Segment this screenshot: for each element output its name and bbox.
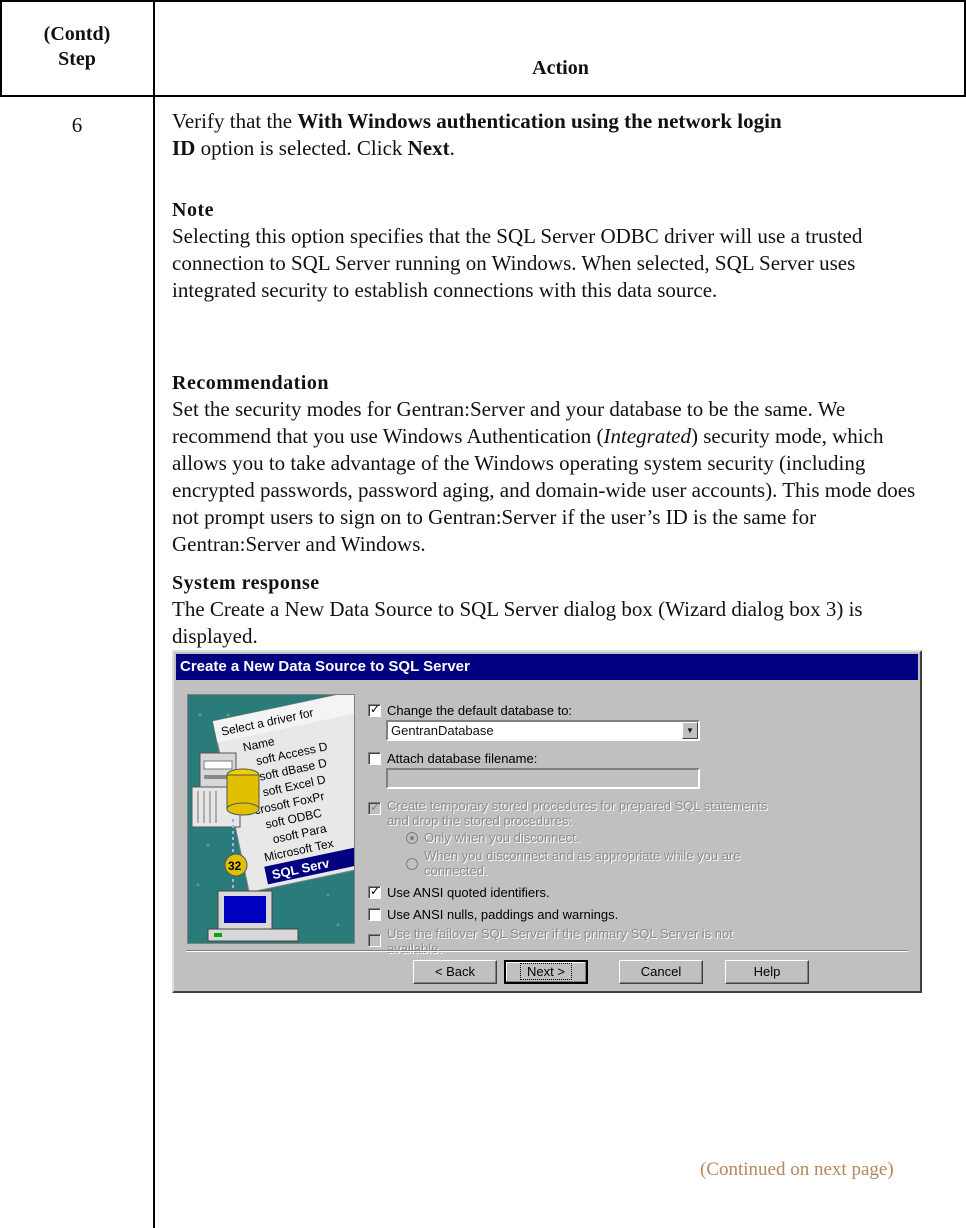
- recommendation-text-italic: Integrated: [603, 424, 691, 448]
- chevron-down-icon[interactable]: ▼: [682, 722, 698, 739]
- instruction-option-bold-1: With Windows authentication using the ne…: [297, 109, 782, 133]
- when-disconnect-label-line2: connected.: [424, 863, 488, 878]
- header-step-line2: Step: [58, 48, 96, 70]
- help-button[interactable]: Help: [725, 960, 809, 984]
- system-response-heading: System response: [172, 572, 320, 594]
- note-text: Selecting this option specifies that the…: [172, 224, 863, 302]
- create-temp-procs-checkbox[interactable]: ✓: [368, 800, 381, 815]
- when-disconnect-label: When you disconnect and as appropriate w…: [424, 848, 741, 878]
- create-temp-procs-label-line1: Create temporary stored procedures for p…: [387, 798, 768, 813]
- dialog-title-bar: Create a New Data Source to SQL Server: [176, 654, 918, 680]
- step-action-table: (Contd) Step Action 6 Verify that the Wi…: [0, 0, 966, 1228]
- when-disconnect-label-line1: When you disconnect and as appropriate w…: [424, 848, 741, 863]
- dialog-separator: [186, 950, 908, 952]
- create-data-source-dialog: Create a New Data Source to SQL Server S…: [172, 650, 922, 993]
- database-select-value: GentranDatabase: [391, 723, 494, 738]
- ansi-quoted-checkbox[interactable]: ✓: [368, 884, 381, 899]
- create-temp-procs-label: Create temporary stored procedures for p…: [387, 798, 767, 828]
- cancel-button[interactable]: Cancel: [619, 960, 703, 984]
- instruction-pre: Verify that the: [172, 109, 298, 133]
- database-select[interactable]: GentranDatabase ▼: [386, 720, 700, 741]
- next-button[interactable]: Next >: [504, 960, 588, 984]
- create-temp-procs-label-line2: and drop the stored procedures:: [387, 813, 573, 828]
- attach-filename-label: Attach database filename:: [387, 751, 538, 766]
- instruction-option-bold-2: ID: [172, 136, 196, 160]
- ansi-nulls-checkbox[interactable]: [368, 908, 381, 921]
- header-divider: [0, 95, 966, 97]
- svg-text:32: 32: [228, 859, 242, 873]
- recommendation-text: Set the security modes for Gentran:Serve…: [172, 396, 942, 558]
- instruction-end: .: [449, 136, 455, 160]
- table-top-border: [0, 0, 966, 2]
- failover-label-line2: available.: [387, 941, 442, 956]
- wizard-illustration-graphic: Select a driver for Name soft Access D s…: [188, 695, 354, 943]
- recommendation-heading: Recommendation: [172, 372, 329, 394]
- instruction-next-bold: Next: [407, 136, 450, 160]
- wizard-illustration: Select a driver for Name soft Access D s…: [187, 694, 355, 944]
- failover-label-line1: Use the failover SQL Server if the prima…: [387, 926, 733, 941]
- only-disconnect-label: Only when you disconnect.: [424, 830, 580, 845]
- next-button-label: Next >: [520, 963, 572, 980]
- ansi-quoted-label: Use ANSI quoted identifiers.: [387, 885, 550, 900]
- change-default-db-label: Change the default database to:: [387, 703, 573, 718]
- attach-filename-input[interactable]: [386, 768, 700, 789]
- step-instruction: Verify that the With Windows authenticat…: [172, 108, 942, 162]
- ansi-nulls-label: Use ANSI nulls, paddings and warnings.: [387, 907, 619, 922]
- column-divider: [153, 0, 155, 1228]
- header-step-line1: (Contd): [43, 23, 111, 45]
- continued-note: (Continued on next page): [700, 1159, 894, 1180]
- header-action: Action: [532, 57, 589, 79]
- note-heading: Note: [172, 199, 214, 221]
- only-disconnect-radio[interactable]: [406, 832, 418, 844]
- step-number: 6: [71, 113, 83, 137]
- instruction-mid: option is selected. Click: [195, 136, 408, 160]
- back-button[interactable]: < Back: [413, 960, 497, 984]
- failover-checkbox[interactable]: [368, 934, 381, 947]
- system-response-text: The Create a New Data Source to SQL Serv…: [172, 597, 863, 648]
- when-disconnect-radio[interactable]: [406, 858, 418, 870]
- change-default-db-checkbox[interactable]: ✓: [368, 702, 381, 717]
- header-step: (Contd) Step: [0, 22, 154, 72]
- attach-filename-checkbox[interactable]: [368, 752, 381, 765]
